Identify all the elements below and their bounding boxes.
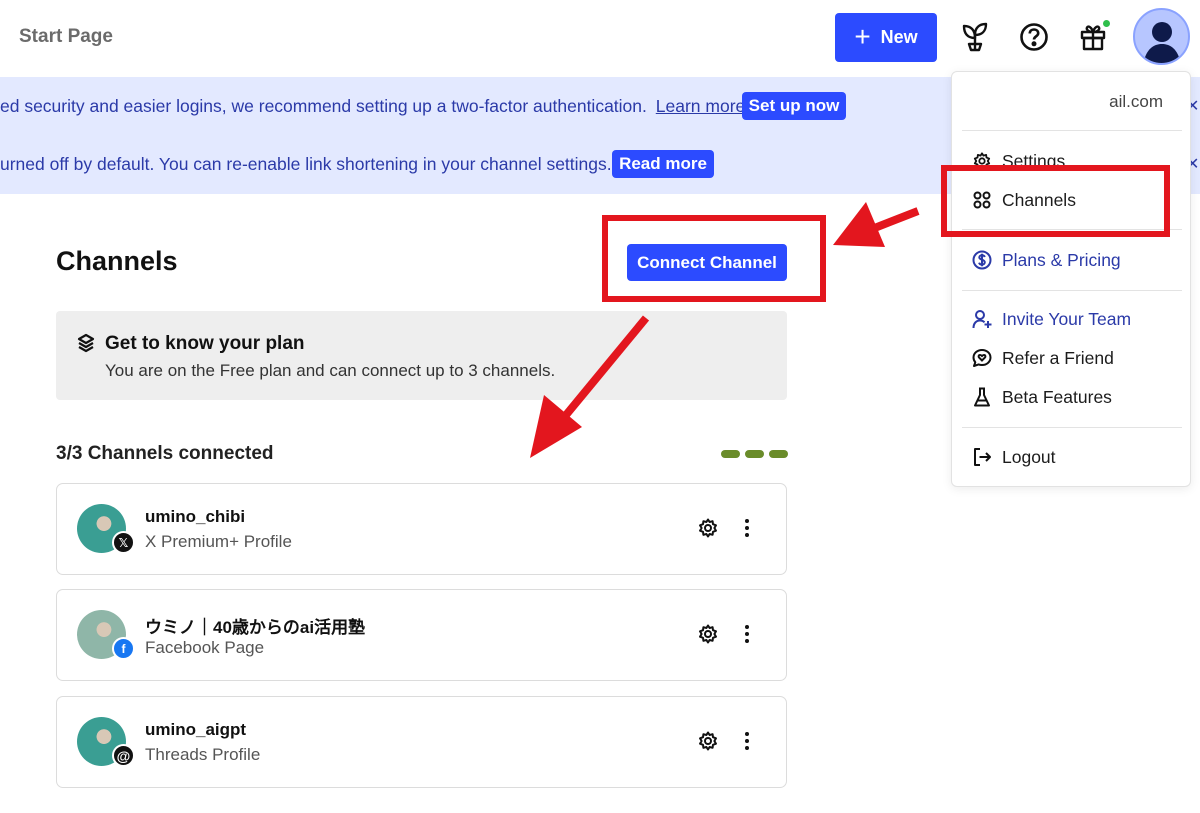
gear-icon[interactable] (698, 518, 718, 543)
channels-menu-highlight (941, 165, 1170, 237)
channel-card[interactable]: 𝕏 umino_chibi X Premium+ Profile (56, 483, 787, 575)
menu-item-label: Invite Your Team (1002, 308, 1132, 329)
channel-type: Facebook Page (145, 638, 265, 657)
learn-more-link[interactable]: Learn more (656, 96, 746, 116)
plan-description: You are on the Free plan and can connect… (105, 361, 556, 380)
menu-item-refer-friend[interactable]: Refer a Friend (972, 344, 1114, 372)
facebook-icon: f (112, 637, 135, 660)
layers-icon (77, 333, 95, 358)
usage-segment (745, 450, 764, 458)
plan-info-box: Get to know your plan You are on the Fre… (56, 311, 787, 400)
channel-name: umino_aigpt (145, 720, 247, 739)
user-avatar-button[interactable] (1133, 8, 1190, 65)
plus-icon: + (854, 20, 871, 52)
channel-name: umino_chibi (145, 507, 246, 526)
account-email: ail.com (1109, 92, 1163, 111)
channel-type: Threads Profile (145, 745, 261, 764)
x-icon: 𝕏 (112, 531, 135, 554)
channels-heading: Channels (56, 246, 178, 276)
chat-icon (972, 348, 992, 368)
channel-usage-indicator (721, 450, 788, 458)
banner-text: urned off by default. You can re-enable … (0, 153, 612, 174)
menu-item-label: Logout (1002, 446, 1056, 467)
new-button-label: New (880, 27, 918, 47)
menu-item-label: Refer a Friend (1002, 347, 1114, 368)
plan-title: Get to know your plan (105, 333, 305, 354)
dollar-icon (972, 250, 992, 270)
sprout-icon[interactable] (959, 21, 991, 53)
menu-item-invite-team[interactable]: Invite Your Team (972, 305, 1131, 333)
menu-item-beta-features[interactable]: Beta Features (972, 383, 1112, 411)
usage-segment (769, 450, 788, 458)
gear-icon[interactable] (698, 624, 718, 649)
menu-item-label: Plans & Pricing (1002, 249, 1121, 270)
read-more-button[interactable]: Read more (612, 150, 714, 178)
account-menu: ail.com Settings Channels Plans & Pricin… (951, 71, 1191, 487)
connect-channel-highlight (602, 215, 826, 302)
menu-divider (962, 290, 1182, 291)
top-bar: Start Page + New (0, 0, 1200, 77)
set-up-now-button[interactable]: Set up now (742, 92, 846, 120)
page-title: Start Page (19, 26, 113, 47)
notification-dot (1102, 19, 1111, 28)
menu-divider (962, 427, 1182, 428)
gear-icon[interactable] (698, 731, 718, 756)
user-icon (1143, 22, 1181, 63)
logout-icon (972, 447, 992, 467)
channel-card[interactable]: @ umino_aigpt Threads Profile (56, 696, 787, 788)
channel-type: X Premium+ Profile (145, 532, 292, 551)
more-options-icon[interactable] (737, 624, 757, 644)
channel-name: ウミノ｜40歳からのai活用塾 (145, 618, 366, 637)
more-options-icon[interactable] (737, 731, 757, 751)
channel-card[interactable]: f ウミノ｜40歳からのai活用塾 Facebook Page (56, 589, 787, 681)
banner-text: ed security and easier logins, we recomm… (0, 95, 647, 116)
flask-icon (972, 387, 992, 407)
menu-item-plans-pricing[interactable]: Plans & Pricing (972, 246, 1121, 274)
usage-segment (721, 450, 740, 458)
channels-connected-label: 3/3 Channels connected (56, 443, 274, 464)
menu-item-logout[interactable]: Logout (972, 443, 1056, 471)
menu-divider (962, 130, 1182, 131)
help-icon[interactable] (1018, 21, 1050, 53)
more-options-icon[interactable] (737, 518, 757, 538)
menu-item-label: Beta Features (1002, 386, 1112, 407)
new-button[interactable]: + New (835, 13, 937, 62)
threads-icon: @ (112, 744, 135, 767)
add-user-icon (972, 309, 992, 329)
